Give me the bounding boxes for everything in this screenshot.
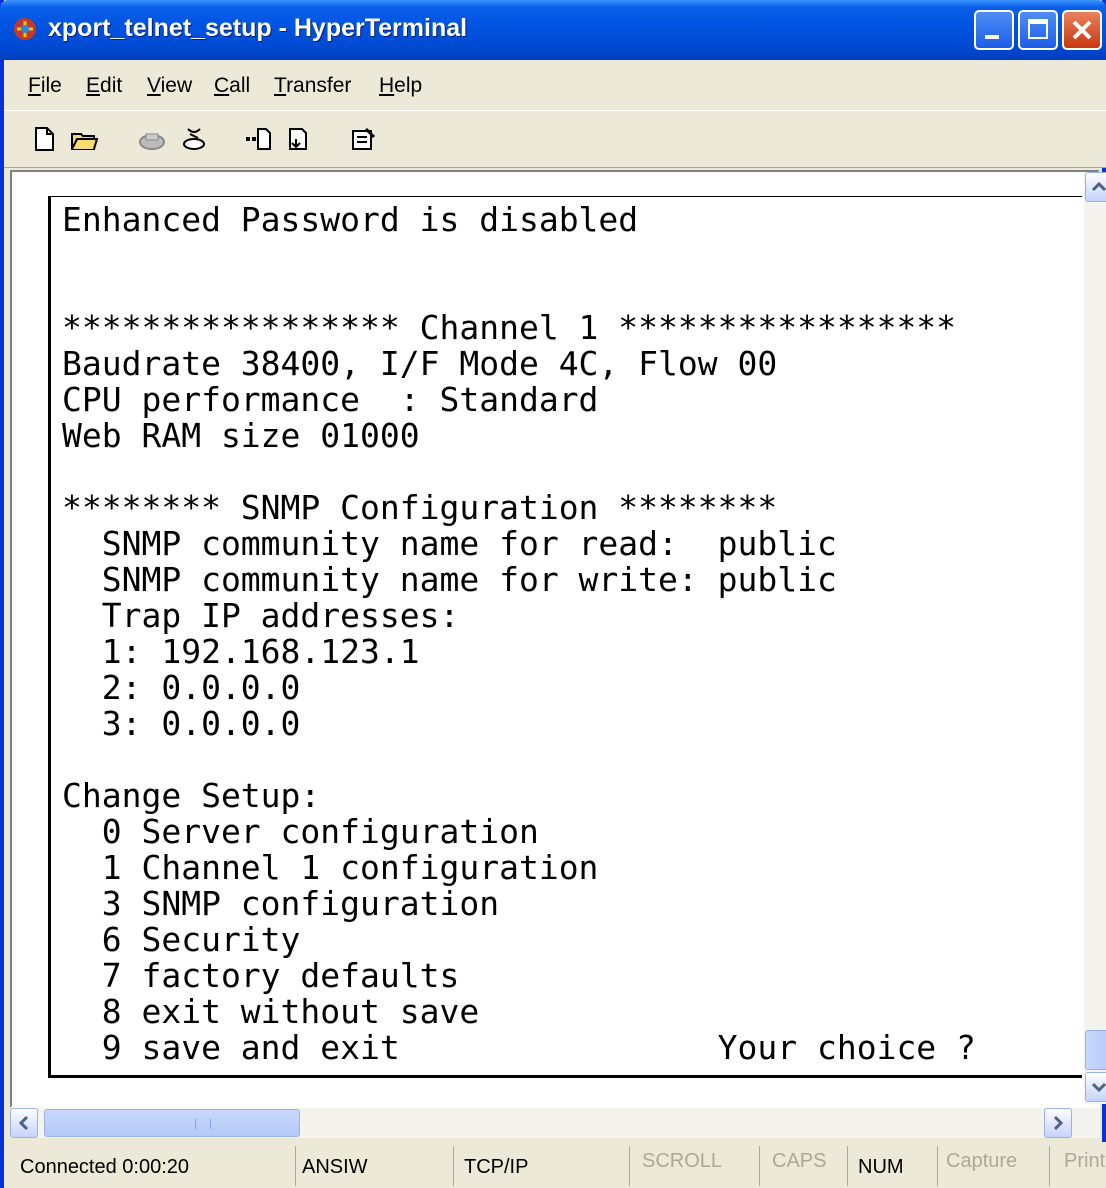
terminal-line: 2: 0.0.0.0	[62, 668, 301, 707]
hyperterminal-app-icon	[14, 18, 36, 40]
menu-edit[interactable]: Edit	[86, 74, 122, 98]
menu-transfer-label: ransfer	[286, 74, 352, 97]
connect-icon[interactable]	[138, 125, 166, 153]
receive-file-icon[interactable]	[286, 125, 314, 153]
close-icon	[1072, 20, 1092, 40]
menu-help[interactable]: Help	[379, 74, 422, 98]
terminal-line: 6 Security	[62, 920, 301, 959]
menu-call-mnemonic: C	[214, 74, 230, 97]
terminal-line: 7 factory defaults	[62, 956, 460, 995]
menu-transfer-mnemonic: T	[274, 74, 287, 97]
close-button[interactable]	[1062, 10, 1102, 50]
disconnect-icon[interactable]	[180, 125, 208, 153]
maximize-icon	[1028, 19, 1048, 39]
chevron-up-icon	[1091, 181, 1106, 192]
menu-edit-mnemonic: E	[86, 74, 101, 97]
scroll-right-button[interactable]	[1044, 1108, 1072, 1138]
terminal-line: SNMP community name for read: public	[62, 524, 837, 563]
menu-edit-label: dit	[100, 74, 123, 97]
minimize-button[interactable]	[974, 10, 1014, 50]
terminal-line: 3 SNMP configuration	[62, 884, 500, 923]
terminal-line: 3: 0.0.0.0	[62, 704, 301, 743]
chevron-right-icon	[1053, 1115, 1064, 1131]
terminal-line: 9 save and exit Your choice ?	[62, 1028, 976, 1067]
menu-help-mnemonic: H	[379, 74, 395, 97]
terminal-output[interactable]: Enhanced Password is disabled **********…	[62, 202, 976, 1066]
status-caps: CAPS	[772, 1146, 848, 1186]
vertical-scrollbar[interactable]	[1084, 172, 1106, 1104]
menu-transfer[interactable]: Transfer	[274, 74, 351, 98]
scroll-down-button[interactable]	[1085, 1072, 1106, 1102]
minimize-icon	[985, 35, 999, 39]
terminal-line: ******** SNMP Configuration ********	[62, 488, 778, 527]
status-emulation: ANSIW	[302, 1146, 454, 1186]
menu-help-label: elp	[394, 74, 423, 97]
terminal-line: Change Setup:	[62, 776, 321, 815]
menu-file-label: ile	[40, 74, 62, 97]
chevron-down-icon	[1091, 1082, 1106, 1093]
menu-call[interactable]: Call	[214, 74, 250, 98]
terminal-line: 8 exit without save	[62, 992, 480, 1031]
terminal-line: ***************** Channel 1 ************…	[62, 308, 957, 347]
status-num: NUM	[858, 1146, 938, 1186]
hyperterminal-window: xport_telnet_setup - HyperTerminal File …	[0, 0, 1106, 1188]
terminal-line: Baudrate 38400, I/F Mode 4C, Flow 00	[62, 344, 778, 383]
chevron-left-icon	[18, 1115, 29, 1131]
status-scroll: SCROLL	[642, 1146, 760, 1186]
terminal-line: 1: 192.168.123.1	[62, 632, 420, 671]
menu-call-label: all	[229, 74, 251, 97]
terminal-line: 0 Server configuration	[62, 812, 539, 851]
terminal-line: 1 Channel 1 configuration	[62, 848, 599, 887]
open-icon[interactable]	[70, 125, 98, 153]
terminal-line: SNMP community name for write: public	[62, 560, 837, 599]
menu-file-mnemonic: F	[28, 74, 41, 97]
menu-file[interactable]: File	[28, 74, 62, 98]
new-icon[interactable]	[30, 125, 58, 153]
terminal-area[interactable]: Enhanced Password is disabled **********…	[10, 170, 1106, 1108]
status-print: Print	[1064, 1150, 1106, 1172]
status-capture: Capture	[946, 1146, 1050, 1186]
scroll-grip	[195, 1119, 211, 1129]
menu-view-label: iew	[160, 74, 193, 97]
menu-view[interactable]: View	[147, 74, 192, 98]
status-protocol: TCP/IP	[464, 1146, 630, 1186]
horizontal-scrollbar[interactable]	[10, 1108, 1100, 1138]
vertical-scroll-thumb[interactable]	[1085, 1030, 1106, 1070]
scroll-up-button[interactable]	[1085, 172, 1106, 202]
horizontal-scroll-thumb[interactable]	[44, 1109, 300, 1137]
title-bar[interactable]: xport_telnet_setup - HyperTerminal	[0, 0, 1106, 60]
toolbar	[4, 110, 1106, 168]
scroll-left-button[interactable]	[10, 1108, 38, 1138]
terminal-line: Trap IP addresses:	[62, 596, 460, 635]
menu-view-mnemonic: V	[147, 74, 161, 97]
terminal-line: CPU performance : Standard	[62, 380, 599, 419]
terminal-line: Enhanced Password is disabled	[62, 200, 639, 239]
status-bar: Connected 0:00:20 ANSIW TCP/IP SCROLL CA…	[4, 1142, 1106, 1188]
status-connected: Connected 0:00:20	[20, 1146, 296, 1186]
maximize-button[interactable]	[1018, 10, 1058, 50]
window-title: xport_telnet_setup - HyperTerminal	[48, 14, 468, 42]
menu-bar: File Edit View Call Transfer Help	[4, 60, 1106, 110]
send-file-icon[interactable]	[244, 125, 272, 153]
terminal-line: Web RAM size 01000	[62, 416, 420, 455]
properties-icon[interactable]	[350, 125, 378, 153]
